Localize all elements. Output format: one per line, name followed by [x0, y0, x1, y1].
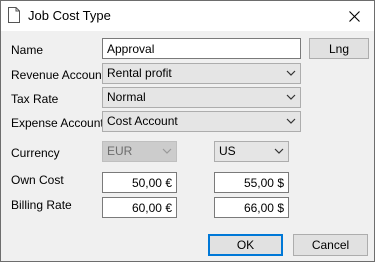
tax-rate-select[interactable]: Normal	[102, 87, 301, 108]
own-cost-secondary-field[interactable]: 55,00 $	[214, 172, 289, 193]
tax-rate-label: Tax Rate	[11, 92, 59, 106]
name-label: Name	[11, 43, 44, 57]
currency-primary-value: EUR	[107, 144, 133, 158]
tax-rate-value: Normal	[107, 90, 146, 104]
currency-label: Currency	[11, 146, 60, 160]
expense-account-label: Expense Account	[11, 116, 104, 130]
billing-rate-secondary-field[interactable]: 66,00 $	[214, 197, 289, 218]
revenue-account-select[interactable]: Rental profit	[102, 63, 301, 84]
revenue-account-value: Rental profit	[107, 66, 172, 80]
expense-account-select[interactable]: Cost Account	[102, 111, 301, 132]
currency-primary-select: EUR	[102, 141, 177, 162]
currency-secondary-value: US	[219, 144, 236, 158]
chevron-down-icon	[274, 148, 284, 154]
own-cost-label: Own Cost	[11, 173, 64, 187]
billing-rate-label: Billing Rate	[11, 198, 72, 212]
close-icon	[348, 10, 360, 22]
billing-rate-primary-field[interactable]: 60,00 €	[102, 197, 177, 218]
dialog-window: Job Cost Type Name Approval Lng Revenue …	[0, 0, 375, 262]
document-icon	[8, 7, 20, 23]
name-field[interactable]: Approval	[102, 38, 301, 59]
currency-secondary-select[interactable]: US	[214, 141, 289, 162]
lng-button[interactable]: Lng	[309, 38, 369, 59]
ok-button[interactable]: OK	[208, 234, 283, 256]
expense-account-value: Cost Account	[107, 114, 178, 128]
window-title: Job Cost Type	[28, 8, 111, 23]
chevron-down-icon	[162, 148, 172, 154]
revenue-account-label: Revenue Account	[11, 68, 106, 82]
chevron-down-icon	[286, 70, 296, 76]
chevron-down-icon	[286, 118, 296, 124]
cancel-button[interactable]: Cancel	[293, 234, 368, 256]
close-button[interactable]	[334, 1, 374, 31]
title-bar[interactable]: Job Cost Type	[1, 1, 374, 31]
own-cost-primary-field[interactable]: 50,00 €	[102, 172, 177, 193]
chevron-down-icon	[286, 94, 296, 100]
